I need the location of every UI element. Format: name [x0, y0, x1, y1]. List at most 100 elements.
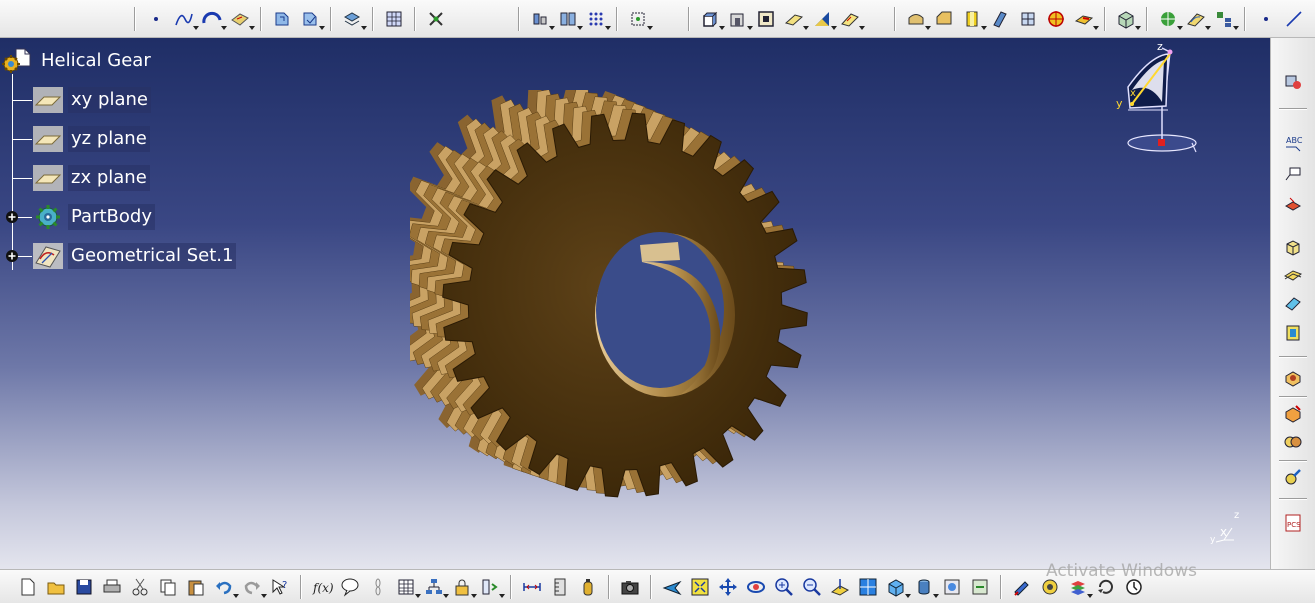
assemble-icon[interactable]: [1279, 428, 1307, 454]
compass-widget[interactable]: z y x: [1110, 42, 1210, 162]
rotate-icon[interactable]: [743, 574, 769, 600]
extrude-surface-icon[interactable]: [227, 6, 255, 32]
fit-all-icon[interactable]: [687, 574, 713, 600]
paste-icon[interactable]: [183, 574, 209, 600]
expand-plus-icon[interactable]: [5, 249, 19, 263]
material-icon[interactable]: [1279, 364, 1307, 390]
boolean-icon[interactable]: [1113, 6, 1141, 32]
part-document-icon[interactable]: [0, 46, 32, 76]
point-icon[interactable]: [1253, 6, 1279, 32]
redo-icon[interactable]: [239, 574, 267, 600]
thickness-icon[interactable]: [837, 6, 865, 32]
body-insert-icon[interactable]: [1279, 234, 1307, 260]
transform-icon[interactable]: [339, 6, 367, 32]
pcs-icon[interactable]: PCS: [1279, 510, 1307, 536]
whats-this-icon[interactable]: ?: [267, 574, 293, 600]
spline-icon[interactable]: [171, 6, 199, 32]
catalog-browser-icon[interactable]: [1037, 574, 1063, 600]
point-icon[interactable]: [143, 6, 169, 32]
chamfer-icon[interactable]: [931, 6, 957, 32]
text-annotation-icon[interactable]: ABC: [1279, 130, 1307, 156]
plane-icon[interactable]: [32, 85, 64, 115]
tree-item-label[interactable]: yz plane: [68, 126, 150, 152]
partbody-gear-icon[interactable]: [32, 202, 64, 232]
apply-material-icon[interactable]: [1279, 400, 1307, 426]
iso-view-icon[interactable]: [883, 574, 911, 600]
render-style-icon[interactable]: [1279, 190, 1307, 216]
swap-visible-icon[interactable]: [967, 574, 993, 600]
catalog-icon[interactable]: [1211, 6, 1239, 32]
measure-between-icon[interactable]: [519, 574, 545, 600]
rib-icon[interactable]: [781, 6, 809, 32]
chain-icon[interactable]: [365, 574, 391, 600]
tree-item-label[interactable]: xy plane: [68, 87, 151, 113]
constraint-icon[interactable]: [1279, 464, 1307, 490]
table-icon[interactable]: [393, 574, 421, 600]
copy-icon[interactable]: [155, 574, 181, 600]
hierarchy-icon[interactable]: [421, 574, 449, 600]
tree-item-label[interactable]: PartBody: [68, 204, 155, 230]
axis-system-icon[interactable]: [527, 6, 555, 32]
plane-icon[interactable]: [32, 163, 64, 193]
healing-icon[interactable]: [297, 6, 325, 32]
measure-icon[interactable]: [555, 6, 583, 32]
line-icon[interactable]: [1281, 6, 1307, 32]
tools-icon[interactable]: [423, 6, 449, 32]
shading-icon[interactable]: [911, 574, 939, 600]
surface-icon[interactable]: [1279, 262, 1307, 288]
expand-plus-icon[interactable]: [5, 210, 19, 224]
tree-root-label[interactable]: Helical Gear: [38, 48, 154, 74]
save-icon[interactable]: [71, 574, 97, 600]
draft-icon[interactable]: [809, 6, 837, 32]
3d-viewport[interactable]: Helical Gear xy plane yz plane zx plane: [0, 38, 1270, 569]
geometrical-set-icon[interactable]: [32, 241, 64, 271]
grid-icon[interactable]: [381, 6, 407, 32]
comment-icon[interactable]: [337, 574, 363, 600]
layers-icon[interactable]: [1065, 574, 1093, 600]
reorder-icon[interactable]: [477, 574, 505, 600]
join-icon[interactable]: [269, 6, 295, 32]
multi-view-icon[interactable]: [855, 574, 881, 600]
hide-show-icon[interactable]: [939, 574, 965, 600]
knowledge-icon[interactable]: [1155, 6, 1183, 32]
new-document-icon[interactable]: [15, 574, 41, 600]
zoom-out-icon[interactable]: [799, 574, 825, 600]
snap-icon[interactable]: [625, 6, 653, 32]
plane-icon[interactable]: [32, 124, 64, 154]
capture-camera-icon[interactable]: [617, 574, 643, 600]
fly-mode-icon[interactable]: [659, 574, 685, 600]
pad-icon[interactable]: [697, 6, 725, 32]
remove-face-icon[interactable]: [1071, 6, 1099, 32]
fillet-icon[interactable]: [903, 6, 931, 32]
flag-note-icon[interactable]: [1279, 160, 1307, 186]
clock-icon[interactable]: [1121, 574, 1147, 600]
target-icon[interactable]: [1043, 6, 1069, 32]
formula-icon[interactable]: f(x): [309, 574, 335, 600]
tree-item-label[interactable]: zx plane: [68, 165, 150, 191]
helical-gear-model[interactable]: [410, 90, 850, 510]
open-folder-icon[interactable]: [43, 574, 69, 600]
sketch-tools-icon[interactable]: [1009, 574, 1035, 600]
cut-icon[interactable]: [127, 574, 153, 600]
shaft-icon[interactable]: [753, 6, 779, 32]
measure-inertia-icon[interactable]: [575, 574, 601, 600]
measure-item-icon[interactable]: [547, 574, 573, 600]
update-icon[interactable]: [1093, 574, 1119, 600]
sketch-book-icon[interactable]: [1279, 320, 1307, 346]
zoom-in-icon[interactable]: [771, 574, 797, 600]
thick-surface-icon[interactable]: [1015, 6, 1041, 32]
tree-item-label[interactable]: Geometrical Set.1: [68, 243, 237, 269]
pocket-icon[interactable]: [725, 6, 753, 32]
undo-icon[interactable]: [211, 574, 239, 600]
pattern-icon[interactable]: [583, 6, 611, 32]
analysis-icon[interactable]: [1183, 6, 1211, 32]
product-icon[interactable]: [1279, 68, 1307, 94]
pan-icon[interactable]: [715, 574, 741, 600]
normal-view-icon[interactable]: [827, 574, 853, 600]
shell-icon[interactable]: [959, 6, 987, 32]
print-icon[interactable]: [99, 574, 125, 600]
eraser-icon[interactable]: [1279, 290, 1307, 316]
circle-arc-icon[interactable]: [199, 6, 227, 32]
lock-icon[interactable]: [449, 574, 477, 600]
split-icon[interactable]: [987, 6, 1013, 32]
